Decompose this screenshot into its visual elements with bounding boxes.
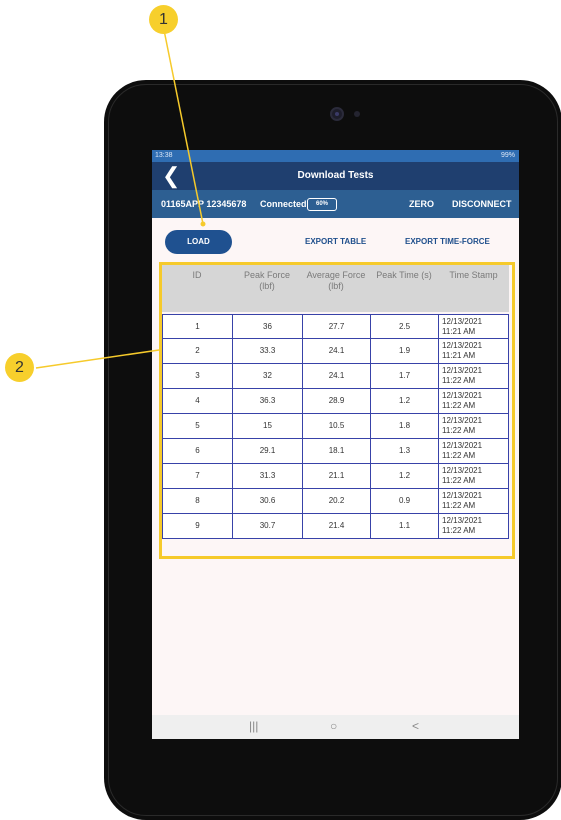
callout-2: 2	[5, 353, 34, 382]
callout-lines	[35, 29, 206, 369]
callout-1: 1	[149, 5, 178, 34]
